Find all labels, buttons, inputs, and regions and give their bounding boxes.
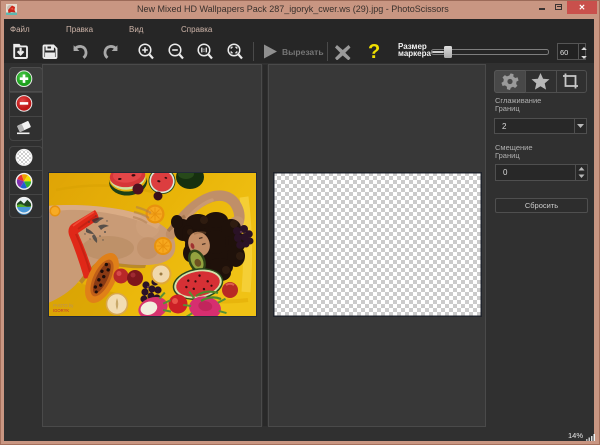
svg-text:IGORYK: IGORYK bbox=[53, 308, 69, 313]
